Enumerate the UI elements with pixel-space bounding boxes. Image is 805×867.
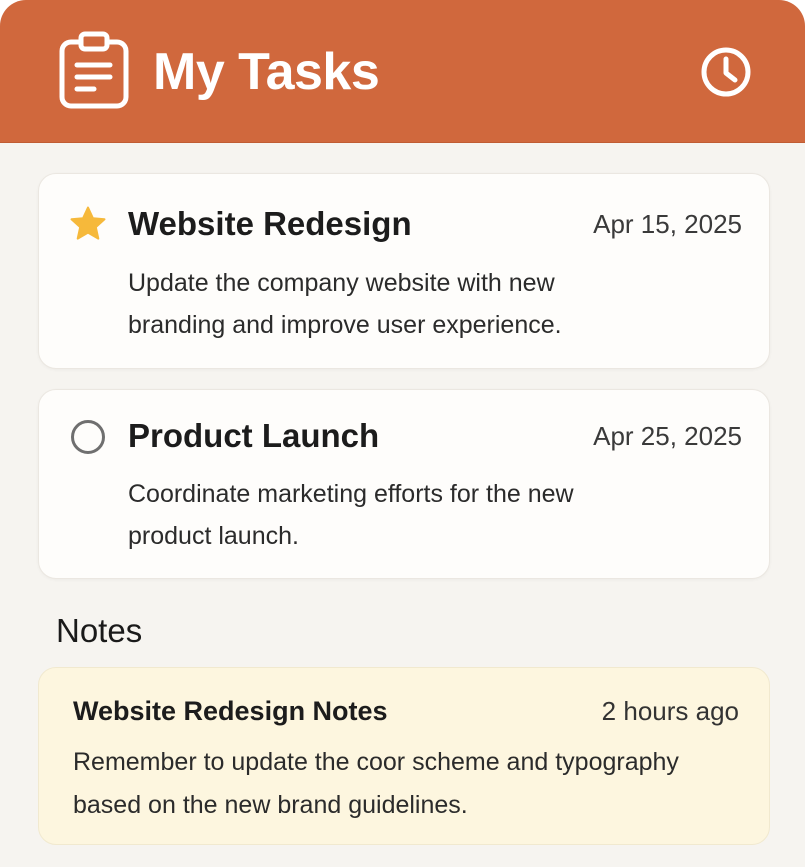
task-title: Website Redesign	[128, 205, 412, 242]
star-icon[interactable]	[69, 205, 107, 243]
app-header: My Tasks	[0, 0, 805, 143]
task-due-date: Apr 15, 2025	[593, 209, 742, 239]
note-title: Website Redesign Notes	[73, 696, 388, 726]
task-due-date: Apr 25, 2025	[593, 421, 742, 451]
task-card-product-launch[interactable]: Product Launch Apr 25, 2025 Coordinate m…	[38, 389, 770, 579]
task-description: Coordinate marketing efforts for the new…	[128, 480, 574, 550]
notes-heading: Notes	[56, 612, 143, 649]
note-body: Remember to update the coor scheme and t…	[73, 748, 679, 819]
app-window: My Tasks Website Redesign Apr 15, 2025 U…	[0, 0, 805, 867]
clock-icon[interactable]	[700, 46, 752, 98]
clipboard-icon	[59, 31, 129, 109]
task-title: Product Launch	[128, 417, 380, 454]
task-description: Update the company website with new bran…	[128, 269, 562, 339]
circle-icon[interactable]	[69, 418, 107, 456]
note-timestamp: 2 hours ago	[601, 696, 739, 726]
task-card-website-redesign[interactable]: Website Redesign Apr 15, 2025 Update the…	[38, 173, 770, 369]
note-card-website-redesign[interactable]: Website Redesign Notes 2 hours ago Remem…	[38, 667, 770, 845]
app-title: My Tasks	[153, 43, 380, 101]
